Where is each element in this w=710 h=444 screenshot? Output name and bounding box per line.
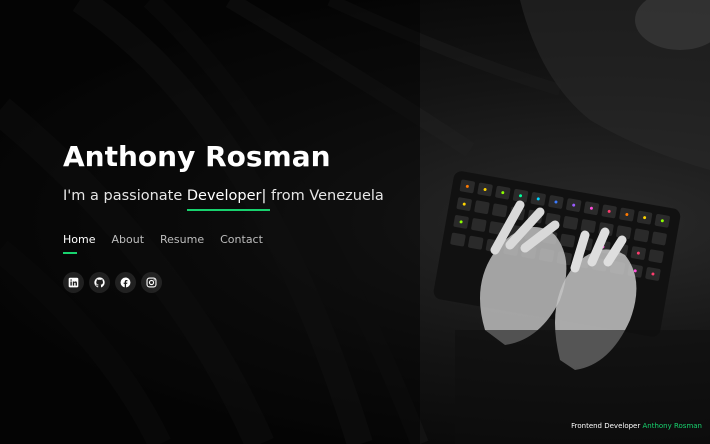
main-nav: Home About Resume Contact [63,233,384,254]
hero-name: Anthony Rosman [63,140,331,173]
instagram-icon [146,277,157,288]
hero-section: Anthony Rosman I'm a passionate Develope… [0,0,710,444]
linkedin-icon [68,277,79,288]
footer-role: Frontend Developer [571,422,641,430]
nav-home[interactable]: Home [63,233,95,254]
nav-resume[interactable]: Resume [160,233,204,247]
typed-text: Developer [186,188,262,204]
github-icon [94,277,105,288]
typed-word: Developer| [186,186,271,211]
footer-author-link[interactable]: Anthony Rosman [642,422,702,430]
linkedin-button[interactable] [63,272,84,293]
facebook-button[interactable] [115,272,136,293]
hero-tagline: I'm a passionate Developer| from Venezue… [63,186,384,211]
nav-contact[interactable]: Contact [220,233,263,247]
hero-content: Anthony Rosman I'm a passionate Develope… [63,140,384,293]
tagline-prefix: I'm a passionate [63,188,187,204]
nav-about[interactable]: About [111,233,144,247]
github-button[interactable] [89,272,110,293]
typing-cursor: | [261,188,267,204]
tagline-suffix: from Venezuela [266,188,384,204]
instagram-button[interactable] [141,272,162,293]
footer-credit: Frontend Developer Anthony Rosman [571,422,702,430]
social-links [63,272,384,293]
facebook-icon [120,277,131,288]
